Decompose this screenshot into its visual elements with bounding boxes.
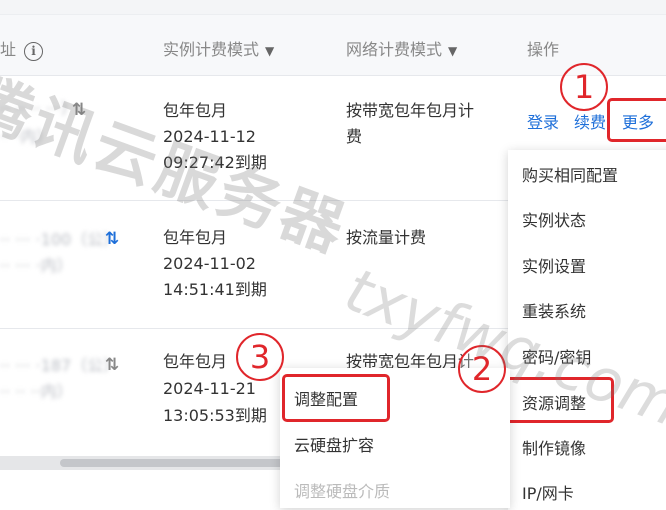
highlight-adjust-config xyxy=(282,374,390,422)
menu-item-ip-nic[interactable]: IP/网卡 xyxy=(522,480,574,504)
menu-item-make-image[interactable]: 制作镜像 xyxy=(522,435,586,459)
filter-icon[interactable]: ▼ xyxy=(265,44,274,58)
filter-icon[interactable]: ▼ xyxy=(448,44,457,58)
header-ops: 操作 xyxy=(527,40,560,59)
header-billing-label: 实例计费模式 xyxy=(163,40,260,59)
row1-network-line2: 费 xyxy=(346,127,363,146)
row3-expiry-time: 13:05:53到期 xyxy=(163,406,267,425)
row3-address-public: ·· ··· ·187（公） xyxy=(0,356,120,375)
menu-item-buy-same[interactable]: 购买相同配置 xyxy=(522,162,618,186)
menu-item-instance-status[interactable]: 实例状态 xyxy=(522,207,586,231)
row2-expiry-date: 2024-11-02 xyxy=(163,254,256,273)
annotation-step-1: 1 xyxy=(560,63,608,111)
swap-icon[interactable]: ⇅ xyxy=(105,355,119,375)
row2-network: 按流量计费 xyxy=(346,228,427,247)
row1-network-line1: 按带宽包年包月计 xyxy=(346,101,475,120)
table-header xyxy=(0,15,666,76)
row3-address-private: ·· ·· ··内） xyxy=(0,382,73,401)
submenu-item-disk-expand[interactable]: 云硬盘扩容 xyxy=(294,432,374,456)
menu-item-instance-settings[interactable]: 实例设置 xyxy=(522,253,586,277)
login-link[interactable]: 登录 xyxy=(527,109,559,133)
annotation-step-3: 3 xyxy=(236,333,284,381)
highlight-more xyxy=(607,98,666,142)
header-billing[interactable]: 实例计费模式 ▼ xyxy=(163,36,274,60)
info-icon[interactable]: i xyxy=(24,42,44,61)
row3-billing: 包年包月 xyxy=(163,352,228,371)
toolbar-strip xyxy=(0,0,666,15)
swap-icon[interactable]: ⇅ xyxy=(105,229,119,249)
submenu-item-disk-media: 调整硬盘介质 xyxy=(294,482,391,501)
header-network[interactable]: 网络计费模式 ▼ xyxy=(346,36,457,60)
renew-link[interactable]: 续费 xyxy=(574,109,606,133)
row2-address-private: ·· ··· ·内） xyxy=(0,256,73,275)
row3-expiry-date: 2024-11-21 xyxy=(163,379,256,398)
header-network-label: 网络计费模式 xyxy=(346,40,443,59)
row2-expiry-time: 14:51:41到期 xyxy=(163,280,267,299)
row2-address-public: ·· ··· ·100（公） xyxy=(0,230,120,249)
